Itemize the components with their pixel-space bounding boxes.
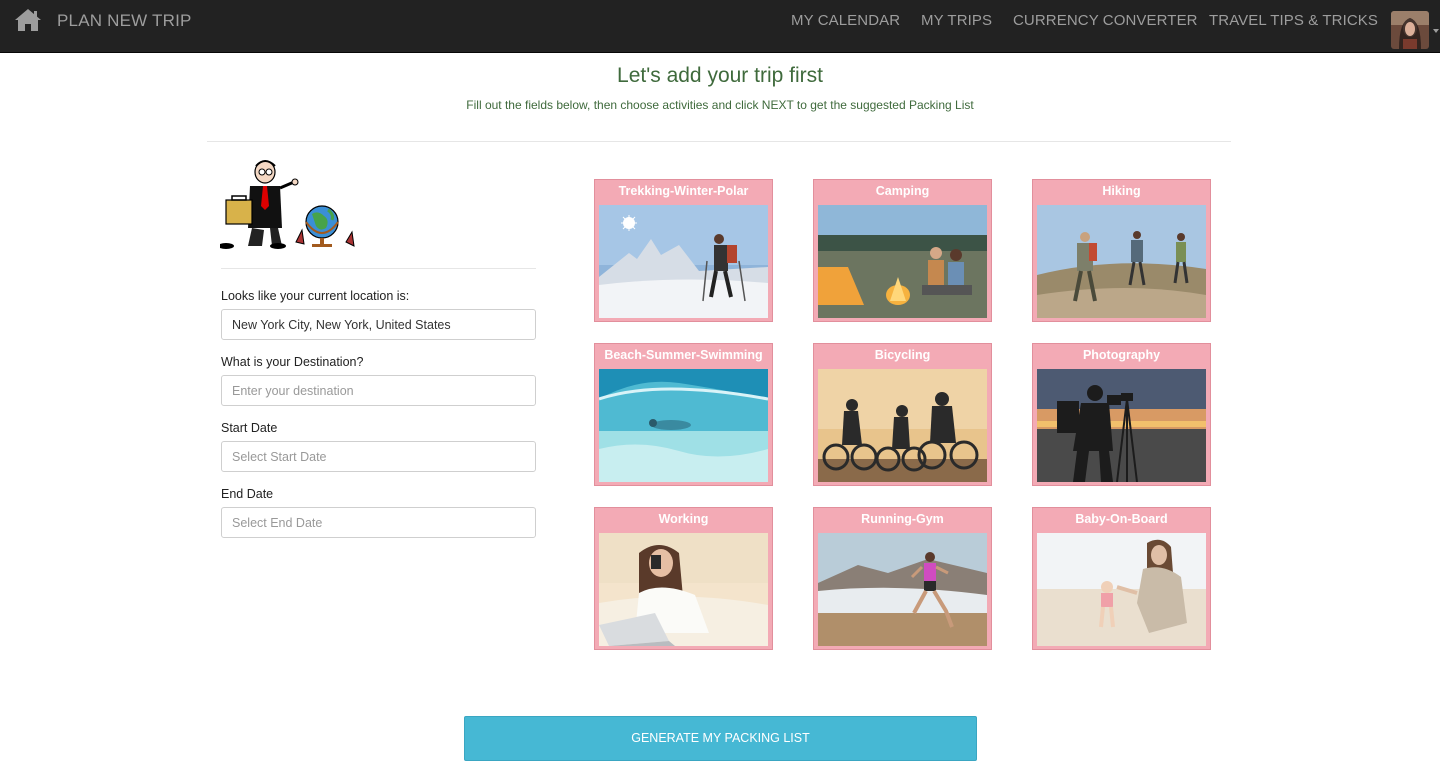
activity-label: Working xyxy=(658,512,709,526)
activity-image xyxy=(818,369,987,482)
activity-image xyxy=(599,205,768,318)
end-date-input[interactable] xyxy=(221,507,536,538)
activity-card-baby[interactable]: Baby-On-Board xyxy=(1032,507,1211,650)
brand-title[interactable]: PLAN NEW TRIP xyxy=(57,11,192,31)
nav-my-trips[interactable]: MY TRIPS xyxy=(921,12,992,29)
activity-card-hiking[interactable]: Hiking xyxy=(1032,179,1211,322)
activity-label: Hiking xyxy=(1102,184,1141,198)
destination-label: What is your Destination? xyxy=(221,355,364,369)
activity-image xyxy=(818,205,987,318)
page-subtitle: Fill out the fields below, then choose a… xyxy=(466,98,974,112)
activity-card-trekking[interactable]: Trekking-Winter-Polar xyxy=(594,179,773,322)
traveler-clipart xyxy=(220,160,355,249)
page-title: Let's add your trip first xyxy=(617,64,823,87)
nav-my-calendar[interactable]: MY CALENDAR xyxy=(791,12,900,29)
nav-currency-converter[interactable]: CURRENCY CONVERTER xyxy=(1013,12,1198,29)
location-input[interactable] xyxy=(221,309,536,340)
activity-card-camping[interactable]: Camping xyxy=(813,179,992,322)
activity-label: Beach-Summer-Swimming xyxy=(604,348,763,362)
activity-card-beach[interactable]: Beach-Summer-Swimming xyxy=(594,343,773,486)
divider xyxy=(207,141,1231,142)
top-navbar: PLAN NEW TRIP MY CALENDAR MY TRIPS CURRE… xyxy=(0,0,1440,53)
activity-label: Running-Gym xyxy=(861,512,944,526)
home-icon[interactable] xyxy=(14,7,42,33)
generate-packing-list-button[interactable]: GENERATE MY PACKING LIST xyxy=(464,716,977,761)
end-date-label: End Date xyxy=(221,487,274,501)
user-avatar[interactable] xyxy=(1391,11,1429,49)
activity-image xyxy=(599,533,768,646)
avatar-dropdown-icon[interactable] xyxy=(1433,29,1439,33)
divider xyxy=(221,268,536,269)
destination-input[interactable] xyxy=(221,375,536,406)
activity-image xyxy=(599,369,768,482)
activity-card-working[interactable]: Working xyxy=(594,507,773,650)
nav-travel-tips[interactable]: TRAVEL TIPS & TRICKS xyxy=(1209,12,1378,29)
activity-image xyxy=(818,533,987,646)
activity-label: Bicycling xyxy=(874,348,931,362)
activity-card-running[interactable]: Running-Gym xyxy=(813,507,992,650)
start-date-input[interactable] xyxy=(221,441,536,472)
activity-image xyxy=(1037,205,1206,318)
start-date-label: Start Date xyxy=(221,421,278,435)
activity-label: Camping xyxy=(875,184,930,198)
activity-image xyxy=(1037,369,1206,482)
activity-label: Trekking-Winter-Polar xyxy=(618,184,749,198)
activity-card-photography[interactable]: Photography xyxy=(1032,343,1211,486)
activity-label: Baby-On-Board xyxy=(1075,512,1168,526)
activity-image xyxy=(1037,533,1206,646)
activity-label: Photography xyxy=(1082,348,1161,362)
activity-card-bicycling[interactable]: Bicycling xyxy=(813,343,992,486)
location-label: Looks like your current location is: xyxy=(221,289,410,303)
